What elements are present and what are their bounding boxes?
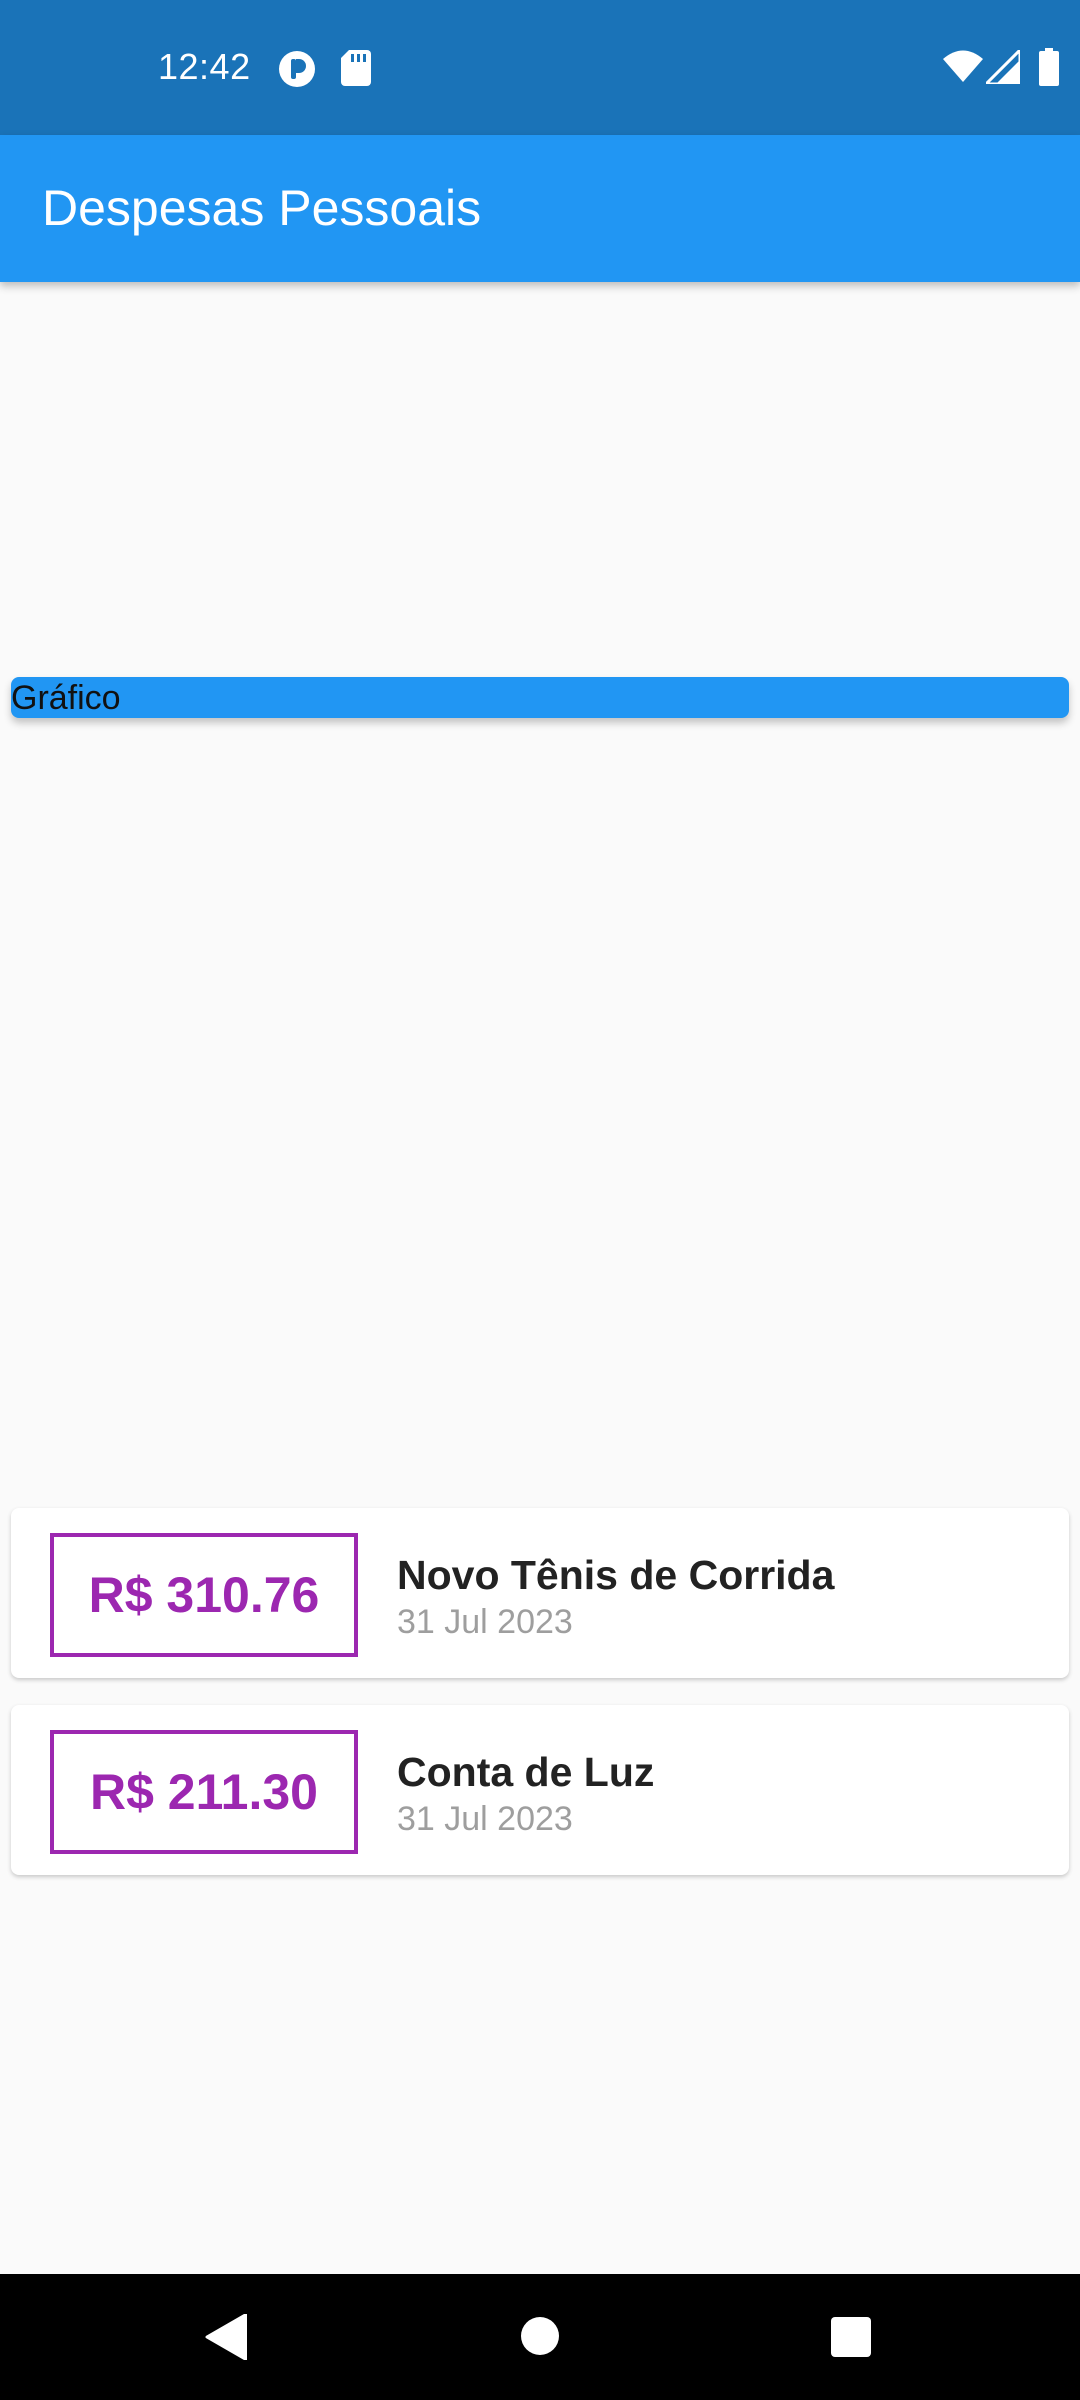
transaction-card[interactable]: R$ 211.30 Conta de Luz 31 Jul 2023: [11, 1705, 1069, 1875]
navigation-bar: [0, 2274, 1080, 2400]
signal-icon: [986, 50, 1020, 84]
wifi-icon: [943, 50, 983, 82]
transaction-date: 31 Jul 2023: [397, 1603, 573, 1641]
transaction-date: 31 Jul 2023: [397, 1800, 573, 1838]
transaction-value-box: R$ 310.76: [50, 1533, 358, 1657]
recents-icon[interactable]: [830, 2316, 872, 2358]
chart-card: Gráfico: [11, 677, 1069, 718]
transaction-value: R$ 310.76: [88, 1567, 320, 1623]
status-time: 12:42: [158, 46, 251, 87]
circle-p-icon: [279, 51, 315, 87]
app-bar: Despesas Pessoais: [0, 135, 1080, 282]
status-bar: 12:42: [0, 0, 1080, 135]
chart-label: Gráfico: [11, 679, 121, 717]
back-icon[interactable]: [205, 2314, 247, 2360]
home-icon[interactable]: [520, 2316, 560, 2356]
transaction-title: Novo Tênis de Corrida: [397, 1552, 835, 1598]
sd-card-icon: [341, 50, 371, 86]
transaction-value: R$ 211.30: [90, 1764, 318, 1820]
page-title: Despesas Pessoais: [42, 180, 482, 236]
battery-icon: [1039, 48, 1059, 86]
transaction-value-box: R$ 211.30: [50, 1730, 358, 1854]
transaction-title: Conta de Luz: [397, 1749, 655, 1795]
transaction-card[interactable]: R$ 310.76 Novo Tênis de Corrida 31 Jul 2…: [11, 1508, 1069, 1678]
